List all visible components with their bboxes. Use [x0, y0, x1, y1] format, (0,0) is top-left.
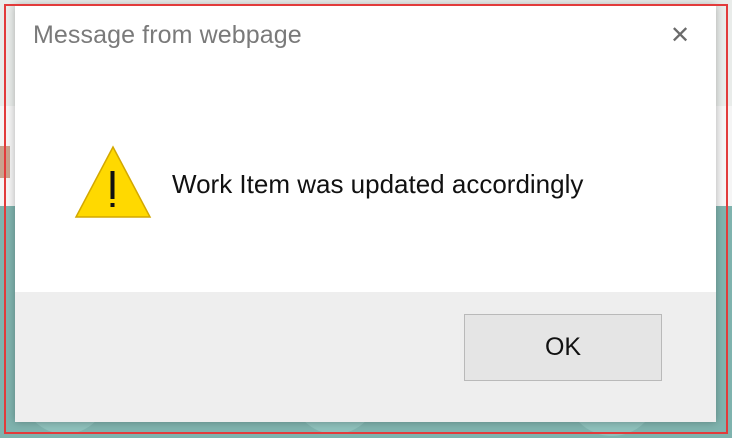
dialog-message: Work Item was updated accordingly: [172, 169, 584, 199]
close-button[interactable]: ✕: [668, 23, 692, 47]
close-icon: ✕: [669, 21, 691, 49]
ok-button[interactable]: OK: [464, 314, 662, 381]
message-dialog: Message from webpage ✕ Work Item was upd…: [15, 5, 716, 422]
ok-button-label: OK: [544, 333, 582, 361]
background-fragment: [0, 146, 10, 178]
warning-icon: [74, 145, 152, 218]
dialog-title: Message from webpage: [33, 21, 302, 49]
dialog-footer: OK: [15, 292, 716, 422]
